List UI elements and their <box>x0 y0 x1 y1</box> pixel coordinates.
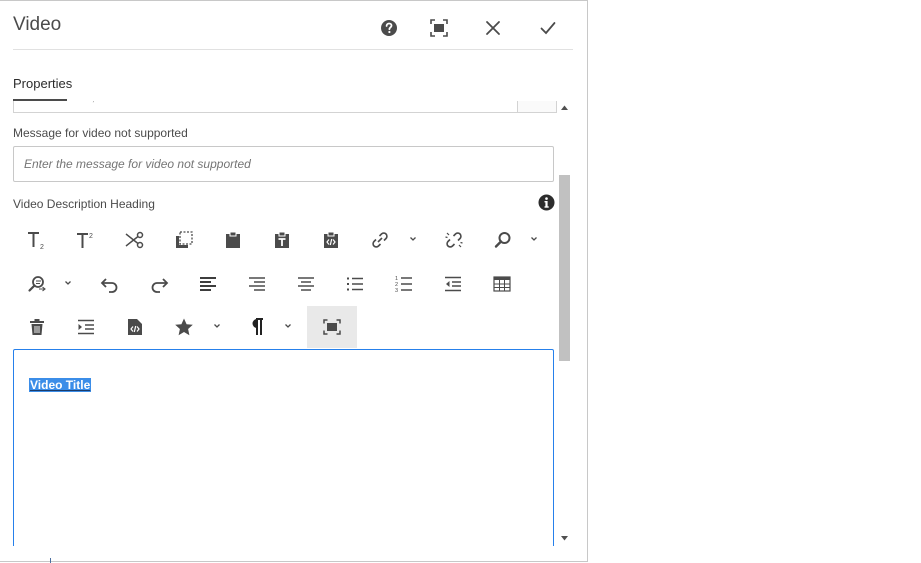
undo-icon <box>100 278 118 293</box>
help-button[interactable] <box>375 14 403 42</box>
tab-properties[interactable]: Properties <box>13 76 72 91</box>
find-replace-button[interactable] <box>15 263 71 305</box>
fullscreen-button[interactable] <box>425 14 453 42</box>
paste-plain-text-button[interactable] <box>260 219 304 261</box>
previous-field-button[interactable] <box>517 101 556 112</box>
delete-button[interactable] <box>15 306 59 348</box>
redo-button[interactable] <box>137 263 181 305</box>
bulleted-list-icon <box>347 277 363 291</box>
cut-button[interactable] <box>113 219 157 261</box>
fullscreen-icon <box>430 19 448 37</box>
rte-fullscreen-button[interactable] <box>307 306 357 348</box>
indent-icon <box>78 319 94 335</box>
find-button[interactable] <box>481 219 537 261</box>
numbered-list-button[interactable]: 1 2 3 <box>382 263 426 305</box>
indent-button[interactable] <box>64 306 108 348</box>
align-right-icon <box>249 277 265 291</box>
copy-icon <box>176 231 193 248</box>
header-divider <box>13 49 573 50</box>
svg-text:2: 2 <box>40 244 44 250</box>
source-edit-icon <box>128 319 142 335</box>
rte-toolbar-row-1: 2 2 <box>13 219 553 261</box>
align-right-button[interactable] <box>235 263 279 305</box>
paste-button[interactable] <box>211 219 255 261</box>
vertical-scrollbar[interactable] <box>558 101 571 546</box>
bulleted-list-button[interactable] <box>333 263 377 305</box>
redo-icon <box>151 278 169 293</box>
help-icon <box>381 20 397 36</box>
paragraph-format-icon <box>252 318 263 335</box>
rte-toolbar-row-2: 1 2 3 <box>13 263 553 305</box>
link-button[interactable] <box>358 219 416 261</box>
paste-word-icon <box>324 231 338 248</box>
unsupported-message-input[interactable] <box>13 146 554 182</box>
video-dialog: Video Properties , ·· Message for vide <box>0 0 588 562</box>
paste-word-button[interactable] <box>309 219 353 261</box>
align-left-button[interactable] <box>186 263 230 305</box>
paste-plain-text-icon <box>275 231 289 248</box>
rich-text-editor[interactable]: Video Title <box>13 349 554 546</box>
properties-panel[interactable]: , ·· Message for video not supported Vid… <box>0 101 572 546</box>
unlink-icon <box>445 232 463 248</box>
scroll-up-arrow-icon[interactable] <box>560 104 569 111</box>
paragraph-format-button[interactable] <box>235 306 291 348</box>
superscript-button[interactable]: 2 <box>64 219 108 261</box>
subscript-icon: 2 <box>28 232 44 250</box>
align-center-icon <box>298 277 314 291</box>
rte-toolbar-row-3 <box>13 306 553 348</box>
svg-text:3: 3 <box>395 288 398 293</box>
undo-button[interactable] <box>88 263 132 305</box>
styles-icon <box>175 318 193 336</box>
copy-button[interactable] <box>162 219 206 261</box>
source-edit-button[interactable] <box>113 306 157 348</box>
editor-content[interactable]: Video Title <box>29 378 92 392</box>
table-button[interactable] <box>480 263 524 305</box>
find-replace-icon <box>28 276 46 292</box>
cut-icon <box>125 231 144 249</box>
done-button[interactable] <box>534 14 562 42</box>
link-dropdown-chevron-down-icon[interactable] <box>408 234 418 244</box>
close-icon <box>486 21 500 35</box>
info-icon[interactable] <box>538 194 555 211</box>
align-left-icon <box>200 277 216 291</box>
find-replace-dropdown-chevron-down-icon[interactable] <box>63 278 73 288</box>
link-icon <box>372 232 388 248</box>
subscript-button[interactable]: 2 <box>15 219 59 261</box>
checkmark-icon <box>540 22 556 35</box>
table-icon <box>493 276 511 292</box>
find-dropdown-chevron-down-icon[interactable] <box>529 234 539 244</box>
styles-dropdown-chevron-down-icon[interactable] <box>212 321 222 331</box>
superscript-icon: 2 <box>77 233 93 248</box>
outdent-button[interactable] <box>431 263 475 305</box>
find-icon <box>494 232 511 248</box>
styles-button[interactable] <box>162 306 220 348</box>
outdent-icon <box>445 276 461 292</box>
underlying-page-fragment <box>50 558 51 563</box>
delete-icon <box>30 319 44 335</box>
scrollbar-thumb[interactable] <box>559 175 570 361</box>
previous-field-fragment: , ·· <box>13 101 557 113</box>
numbered-list-icon: 1 2 3 <box>395 276 412 293</box>
align-center-button[interactable] <box>284 263 328 305</box>
top-border <box>0 0 587 1</box>
description-heading-label: Video Description Heading <box>13 197 155 211</box>
paragraph-format-dropdown-chevron-down-icon[interactable] <box>283 321 293 331</box>
paste-icon <box>226 231 240 248</box>
fullscreen-icon <box>323 319 341 335</box>
close-button[interactable] <box>479 14 507 42</box>
unlink-button[interactable] <box>432 219 476 261</box>
svg-text:2: 2 <box>89 233 93 240</box>
unsupported-message-label: Message for video not supported <box>13 126 188 140</box>
dialog-title: Video <box>13 14 62 35</box>
scroll-down-arrow-icon[interactable] <box>560 535 569 542</box>
